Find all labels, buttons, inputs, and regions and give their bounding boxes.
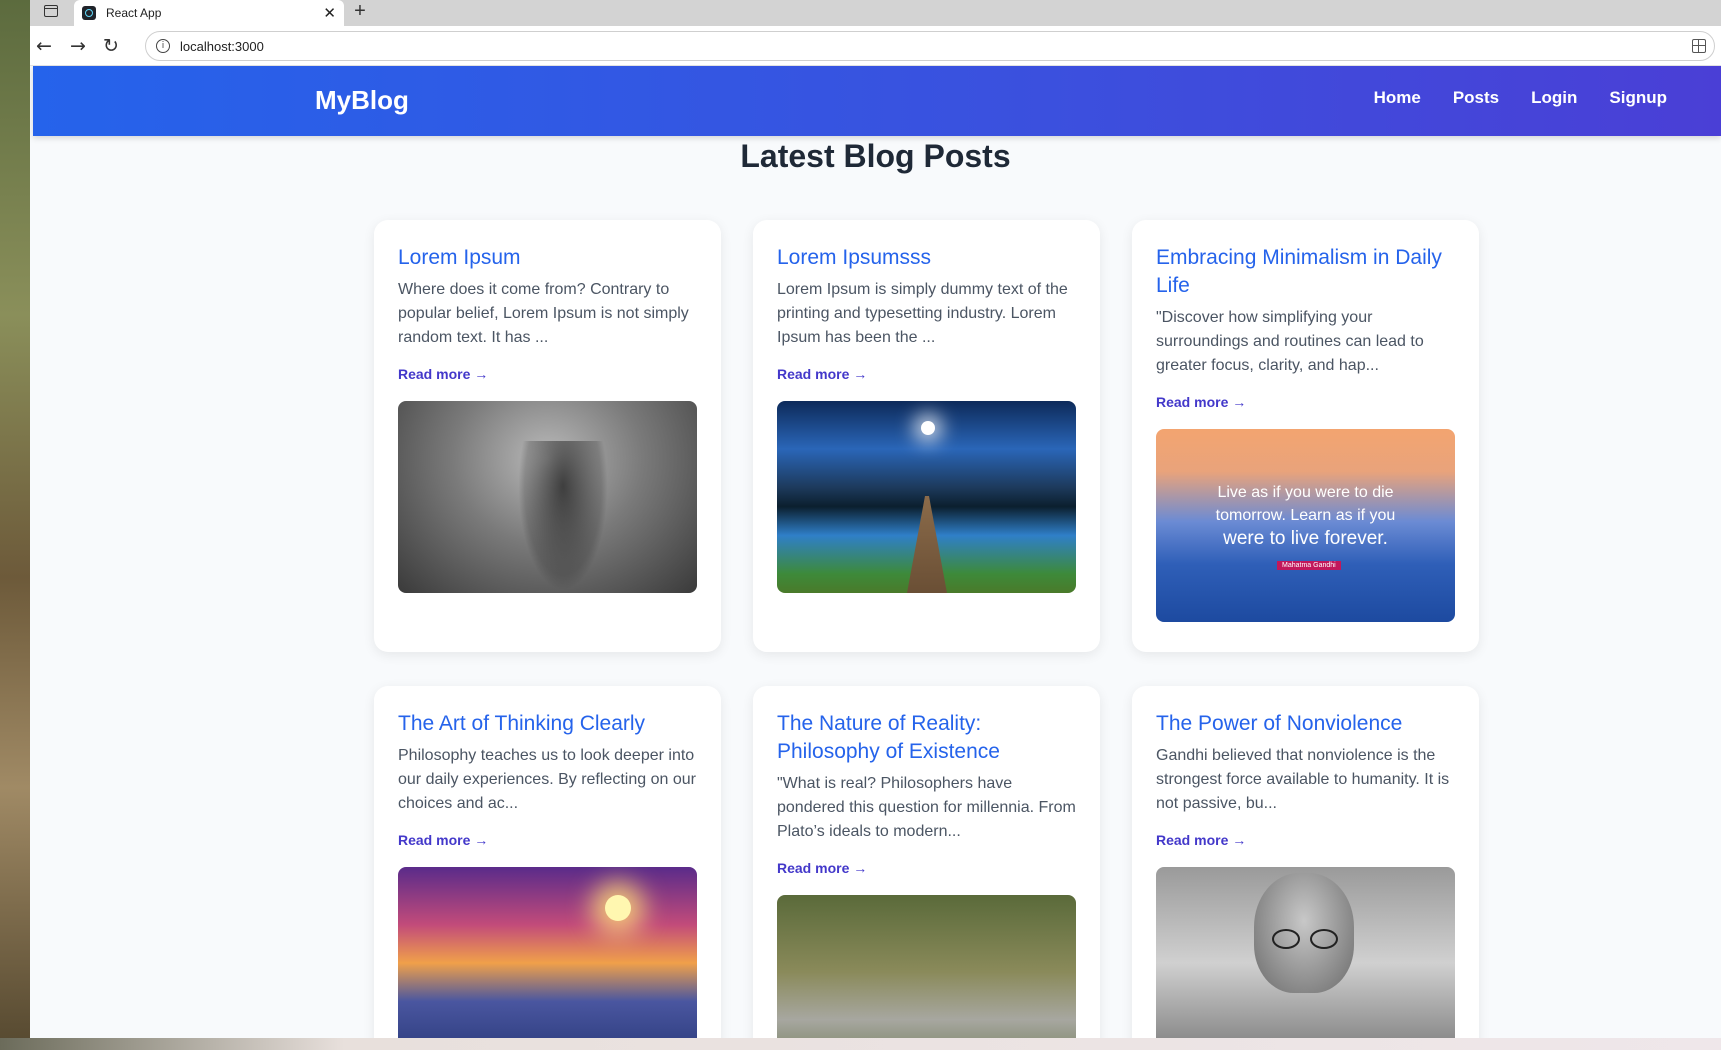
read-more-link[interactable]: Read more → bbox=[1156, 832, 1246, 848]
forward-arrow-icon[interactable]: → bbox=[64, 32, 92, 60]
image-quote: Live as if you were to die tomorrow. Lea… bbox=[1156, 481, 1455, 550]
post-title[interactable]: The Power of Nonviolence bbox=[1156, 710, 1455, 738]
read-more-link[interactable]: Read more → bbox=[398, 366, 488, 382]
nav-links: Home Posts Login Signup bbox=[1342, 88, 1667, 108]
tab-react-app[interactable]: React App ✕ bbox=[74, 0, 344, 26]
read-more-link[interactable]: Read more → bbox=[398, 832, 488, 848]
react-favicon-icon bbox=[82, 6, 96, 20]
post-excerpt: Philosophy teaches us to look deeper int… bbox=[398, 747, 696, 812]
quote-line: tomorrow. Learn as if you bbox=[1215, 507, 1396, 524]
moon-glow bbox=[921, 421, 935, 435]
post-title[interactable]: Embracing Minimalism in Daily Life bbox=[1156, 244, 1455, 300]
browser-window: React App ✕ + ← → ↻ i localhost:3000 MyB… bbox=[30, 0, 1721, 1038]
brand-logo[interactable]: MyBlog bbox=[315, 85, 409, 116]
sun-glow bbox=[605, 895, 631, 921]
tab-bar: React App ✕ + bbox=[30, 0, 1721, 26]
post-excerpt: Lorem Ipsum is simply dummy text of the … bbox=[777, 281, 1068, 346]
wooden-dock bbox=[907, 496, 947, 593]
read-more-link[interactable]: Read more → bbox=[1156, 394, 1246, 410]
taskbar bbox=[0, 1038, 1721, 1050]
desktop-background bbox=[0, 0, 34, 1050]
read-more-link[interactable]: Read more → bbox=[777, 366, 867, 382]
page-title: Latest Blog Posts bbox=[740, 138, 1011, 174]
post-excerpt: Where does it come from? Contrary to pop… bbox=[398, 281, 689, 346]
post-card: The Power of Nonviolence Gandhi believed… bbox=[1132, 686, 1479, 1038]
nav-link-login[interactable]: Login bbox=[1531, 88, 1577, 108]
reload-icon[interactable]: ↻ bbox=[97, 32, 125, 60]
post-title[interactable]: The Nature of Reality: Philosophy of Exi… bbox=[777, 710, 1076, 766]
lake-dock-night-image bbox=[777, 401, 1076, 593]
site-info-icon[interactable]: i bbox=[156, 39, 170, 53]
nav-link-home[interactable]: Home bbox=[1374, 88, 1421, 108]
gandhi-portrait-image bbox=[1156, 867, 1455, 1038]
glasses-icon bbox=[1272, 929, 1338, 949]
read-more-link[interactable]: Read more → bbox=[777, 860, 867, 876]
nav-link-signup[interactable]: Signup bbox=[1609, 88, 1667, 108]
new-tab-button[interactable]: + bbox=[348, 0, 372, 22]
tab-actions-button[interactable] bbox=[38, 0, 64, 22]
tree-silhouette bbox=[518, 441, 608, 591]
stream-flowers-image bbox=[777, 895, 1076, 1038]
back-arrow-icon[interactable]: ← bbox=[30, 32, 58, 60]
window-icon bbox=[44, 5, 58, 17]
forest-fog-image bbox=[398, 401, 697, 593]
site-navbar: MyBlog Home Posts Login Signup bbox=[33, 66, 1721, 136]
post-card: The Art of Thinking Clearly Philosophy t… bbox=[374, 686, 721, 1038]
quote-author: Mahatma Gandhi bbox=[1277, 561, 1341, 570]
post-card: The Nature of Reality: Philosophy of Exi… bbox=[753, 686, 1100, 1038]
post-title[interactable]: Lorem Ipsumsss bbox=[777, 244, 1076, 272]
post-card: Lorem Ipsumsss Lorem Ipsum is simply dum… bbox=[753, 220, 1100, 652]
post-excerpt: "What is real? Philosophers have pondere… bbox=[777, 775, 1076, 840]
post-excerpt: Gandhi believed that nonviolence is the … bbox=[1156, 747, 1450, 812]
page-viewport: MyBlog Home Posts Login Signup Latest Bl… bbox=[30, 66, 1721, 1038]
post-card: Embracing Minimalism in Daily Life "Disc… bbox=[1132, 220, 1479, 652]
url-text[interactable]: localhost:3000 bbox=[180, 39, 264, 54]
nav-link-posts[interactable]: Posts bbox=[1453, 88, 1499, 108]
close-icon[interactable]: ✕ bbox=[323, 4, 336, 22]
quote-mountains-image: Live as if you were to die tomorrow. Lea… bbox=[1156, 429, 1455, 622]
post-title[interactable]: Lorem Ipsum bbox=[398, 244, 697, 272]
quote-line: Live as if you were to die bbox=[1217, 484, 1394, 501]
address-bar[interactable]: i localhost:3000 bbox=[145, 31, 1715, 61]
quote-line: were to live forever. bbox=[1223, 528, 1388, 549]
browser-toolbar: ← → ↻ i localhost:3000 bbox=[30, 26, 1721, 66]
post-card: Lorem Ipsum Where does it come from? Con… bbox=[374, 220, 721, 652]
sunset-mountains-image bbox=[398, 867, 697, 1038]
post-title[interactable]: The Art of Thinking Clearly bbox=[398, 710, 697, 738]
post-excerpt: "Discover how simplifying your surroundi… bbox=[1156, 309, 1424, 374]
tab-title: React App bbox=[106, 6, 162, 20]
extensions-icon[interactable] bbox=[1692, 39, 1706, 53]
